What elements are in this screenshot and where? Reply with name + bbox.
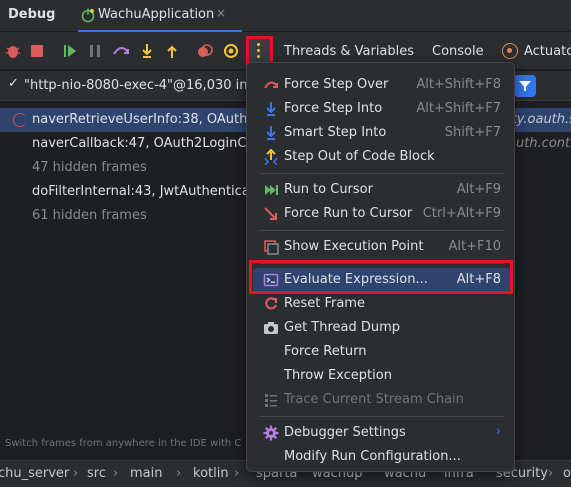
chevron-right-icon: › <box>548 466 554 481</box>
menu-item-run-to-cursor[interactable]: Run to Cursor Alt+F9 <box>253 178 510 202</box>
menu-item-label: Show Execution Point <box>284 239 424 254</box>
menu-item-label: Smart Step Into <box>284 125 387 140</box>
menu-item-label: Force Step Into <box>284 101 383 116</box>
frame-text: 47 hidden frames <box>32 160 147 175</box>
menu-item-modify-run-configuration[interactable]: Modify Run Configuration... <box>253 445 510 469</box>
menu-item-shortcut: Alt+F9 <box>456 182 501 197</box>
run-to-cursor-icon <box>263 182 279 198</box>
debug-tool-window-header: Debug WachuApplication × <box>0 0 571 32</box>
frame-text: naverCallback:47, OAuth2LoginCont <box>32 136 268 151</box>
force-run-to-cursor-icon <box>263 206 279 222</box>
menu-separator <box>259 173 504 174</box>
menu-item-label: Force Run to Cursor <box>284 206 413 221</box>
spring-boot-run-icon <box>80 7 96 23</box>
breadcrumb-item[interactable]: kotlin <box>193 466 229 481</box>
menu-item-label: Debugger Settings <box>284 425 406 440</box>
force-step-into-icon <box>263 101 279 117</box>
mute-breakpoints-icon[interactable] <box>222 42 240 60</box>
menu-item-label: Step Out of Code Block <box>284 149 435 164</box>
menu-item-shortcut: Shift+F7 <box>444 125 501 140</box>
menu-item-label: Force Return <box>284 344 367 359</box>
menu-separator <box>259 416 504 417</box>
filter-icon <box>519 81 531 91</box>
menu-item-label: Get Thread Dump <box>284 320 401 335</box>
menu-item-force-step-into[interactable]: Force Step Into Alt+Shift+F7 <box>253 97 510 121</box>
chevron-right-icon: › <box>176 466 182 481</box>
stream-chain-icon <box>263 392 279 408</box>
gear-icon <box>263 425 279 441</box>
resume-icon[interactable] <box>61 42 79 60</box>
chevron-right-icon: › <box>234 466 240 481</box>
debug-title: Debug <box>8 7 56 22</box>
breadcrumb-item[interactable]: chu_server <box>0 466 69 481</box>
step-out-code-block-icon <box>263 149 279 165</box>
menu-item-shortcut: Alt+Shift+F8 <box>416 77 501 92</box>
frame-text: doFilterInternal:43, JwtAuthenticatio <box>32 184 267 199</box>
breadcrumb-item[interactable]: o <box>563 466 571 481</box>
breadcrumb-item[interactable]: main <box>130 466 162 481</box>
tab-wachu-application[interactable]: WachuApplication × <box>78 0 242 32</box>
menu-item-label: Run to Cursor <box>284 182 373 197</box>
menu-item-label: Modify Run Configuration... <box>284 449 461 464</box>
tab-threads-variables[interactable]: Threads & Variables <box>284 44 414 59</box>
menu-item-debugger-settings[interactable]: Debugger Settings › <box>253 421 510 445</box>
step-out-icon[interactable] <box>163 42 181 60</box>
more-vertical-icon <box>257 43 262 61</box>
step-over-icon[interactable] <box>112 42 130 60</box>
menu-item-step-out-of-code-block[interactable]: Step Out of Code Block <box>253 145 510 169</box>
chevron-right-icon: › <box>113 466 119 481</box>
menu-item-show-execution-point[interactable]: Show Execution Point Alt+F10 <box>253 235 510 259</box>
menu-item-smart-step-into[interactable]: Smart Step Into Shift+F7 <box>253 121 510 145</box>
tab-actuator[interactable]: Actuato <box>524 44 571 59</box>
view-breakpoints-icon[interactable] <box>196 42 214 60</box>
frames-hint: Switch frames from anywhere in the IDE w… <box>5 438 242 449</box>
menu-item-throw-exception[interactable]: Throw Exception <box>253 364 510 388</box>
tab-label: WachuApplication <box>98 7 215 22</box>
menu-item-shortcut: Ctrl+Alt+F9 <box>422 206 501 221</box>
menu-item-label: Throw Exception <box>284 368 392 383</box>
show-execution-point-icon <box>263 239 279 255</box>
check-icon: ✓ <box>8 76 19 91</box>
evaluate-expression-highlight <box>249 260 513 294</box>
menu-item-shortcut: Alt+Shift+F7 <box>416 101 501 116</box>
camera-icon <box>263 320 279 336</box>
menu-item-label: Force Step Over <box>284 77 389 92</box>
reset-frame-icon <box>263 296 279 312</box>
force-step-over-icon <box>263 77 279 93</box>
menu-item-trace-stream-chain[interactable]: Trace Current Stream Chain <box>253 388 510 412</box>
chevron-right-icon: › <box>73 466 79 481</box>
menu-item-label: Trace Current Stream Chain <box>284 392 464 407</box>
reload-frame-icon <box>13 113 27 127</box>
breadcrumb-item[interactable]: src <box>87 466 106 481</box>
close-tab-icon[interactable]: × <box>216 6 226 20</box>
debug-bug-icon[interactable] <box>4 42 22 60</box>
frame-package: ity.oauth.s <box>508 112 571 127</box>
menu-separator <box>259 230 504 231</box>
actuator-icon <box>502 43 518 59</box>
chevron-right-icon: › <box>495 424 501 439</box>
smart-step-into-icon <box>263 125 279 141</box>
menu-item-shortcut: Alt+F10 <box>448 239 501 254</box>
menu-item-reset-frame[interactable]: Reset Frame <box>253 292 510 316</box>
step-into-icon[interactable] <box>138 42 156 60</box>
menu-item-label: Reset Frame <box>284 296 365 311</box>
pause-icon[interactable] <box>86 42 104 60</box>
frame-text: naverRetrieveUserInfo:38, OAuth2Lo <box>32 112 271 127</box>
menu-item-get-thread-dump[interactable]: Get Thread Dump <box>253 316 510 340</box>
frame-package: auth.contro <box>508 136 571 151</box>
frame-text: 61 hidden frames <box>32 208 147 223</box>
filter-frames-button[interactable] <box>514 75 536 97</box>
tab-console[interactable]: Console <box>432 44 484 59</box>
menu-item-force-run-to-cursor[interactable]: Force Run to Cursor Ctrl+Alt+F9 <box>253 202 510 226</box>
stop-icon[interactable] <box>28 42 46 60</box>
menu-item-force-return[interactable]: Force Return <box>253 340 510 364</box>
menu-item-force-step-over[interactable]: Force Step Over Alt+Shift+F8 <box>253 73 510 97</box>
thread-label: "http-nio-8080-exec-4"@16,030 in gro <box>24 78 273 93</box>
